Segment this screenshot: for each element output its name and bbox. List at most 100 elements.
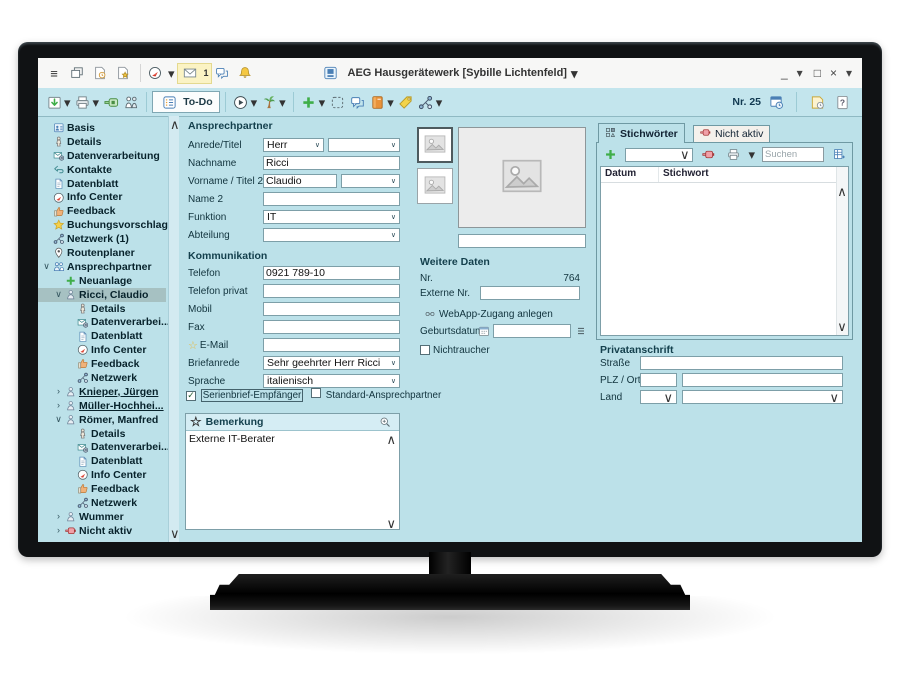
abteilung-select[interactable]: ∨ (263, 228, 400, 242)
chevron-down-icon[interactable]: ▾ (168, 67, 175, 80)
remark-textarea[interactable]: Externe IT-Berater ∧ ∨ (186, 431, 399, 532)
chevron-right-icon[interactable]: › (53, 387, 64, 396)
column-stichwort[interactable]: Stichwort (659, 167, 848, 182)
sidebar-item-kontakte[interactable]: Kontakte (38, 163, 166, 177)
tab-nicht-aktiv[interactable]: Nicht aktiv (693, 125, 770, 143)
network-button[interactable] (416, 92, 436, 112)
street-input[interactable] (640, 356, 843, 370)
sidebar-item-datenblatt[interactable]: Datenblatt (38, 177, 166, 191)
e-mail-input[interactable] (263, 338, 400, 352)
column-datum[interactable]: Datum (601, 167, 659, 182)
keyword-select[interactable]: ∨ (625, 148, 693, 162)
chevron-down-icon[interactable]: ▾ (319, 96, 326, 109)
sidebar-item-knieper-jürgen[interactable]: ›Knieper, Jürgen (38, 385, 166, 399)
chevron-down-icon[interactable]: ▾ (93, 96, 100, 109)
scroll-down-icon[interactable]: ∨ (386, 517, 396, 530)
chevron-down-icon[interactable]: ▾ (846, 67, 852, 79)
nichtraucher-checkbox[interactable] (420, 345, 430, 355)
print-button[interactable] (73, 92, 93, 112)
keywords-table[interactable]: Datum Stichwort ∧ ∨ (600, 166, 849, 336)
sidebar-item-details[interactable]: Details (38, 427, 166, 441)
connect-button[interactable] (101, 92, 121, 112)
scroll-down-icon[interactable]: ∨ (837, 320, 847, 333)
bell-icon[interactable] (235, 63, 255, 83)
messages-button[interactable] (347, 92, 367, 112)
photo-thumbnail-2[interactable] (417, 168, 453, 204)
add-keyword-button[interactable] (600, 145, 620, 165)
chevron-down-icon[interactable]: ▾ (279, 96, 286, 109)
chat-icon[interactable] (212, 63, 232, 83)
recent-file-icon[interactable] (90, 63, 110, 83)
photo-thumbnail-1[interactable] (417, 127, 453, 163)
sidebar-item-details[interactable]: Details (38, 302, 166, 316)
ort-input[interactable] (682, 373, 843, 387)
sidebar-item-ricci-claudio[interactable]: ∨Ricci, Claudio (38, 288, 166, 302)
sidebar-item-römer-manfred[interactable]: ∨Römer, Manfred (38, 413, 166, 427)
sidebar-item-datenblatt[interactable]: Datenblatt (38, 454, 166, 468)
telefon-privat-input[interactable] (263, 284, 400, 298)
sprache-select[interactable]: italienisch∨ (263, 374, 400, 388)
help-button[interactable]: ? (832, 92, 852, 112)
sidebar-item-info-center[interactable]: Info Center (38, 343, 166, 357)
chevron-down-icon[interactable]: ▾ (797, 67, 803, 79)
funktion-select[interactable]: IT∨ (263, 210, 400, 224)
options-list-icon[interactable] (574, 324, 587, 337)
scroll-up-icon[interactable]: ∧ (386, 433, 396, 446)
sidebar-item-feedback[interactable]: Feedback (38, 204, 166, 218)
scroll-up-icon[interactable]: ∧ (837, 185, 847, 198)
sidebar-item-ansprechpartner[interactable]: ∨Ansprechpartner (38, 260, 166, 274)
add-button[interactable] (299, 92, 319, 112)
sidebar-item-datenverarbeitung[interactable]: Datenverarbeitung (38, 149, 166, 163)
chevron-down-icon[interactable]: ▾ (748, 148, 755, 161)
favorite-file-icon[interactable] (113, 63, 133, 83)
selection-button[interactable] (327, 92, 347, 112)
minimize-button[interactable]: _ (781, 67, 788, 79)
fax-input[interactable] (263, 320, 400, 334)
table-scrollbar[interactable]: ∧ ∨ (836, 167, 848, 335)
close-button[interactable]: × (830, 67, 837, 79)
deactivate-button[interactable] (698, 145, 718, 165)
sidebar-item-wummer[interactable]: ›Wummer (38, 510, 166, 524)
save-button[interactable] (44, 92, 64, 112)
unread-mail-button[interactable]: 1 (177, 63, 212, 84)
birthdate-input[interactable] (493, 324, 571, 338)
window-history-button[interactable] (766, 92, 786, 112)
cascade-windows-icon[interactable] (67, 63, 87, 83)
standard-ansprechpartner-checkbox[interactable] (311, 388, 321, 398)
maximize-button[interactable]: □ (814, 67, 821, 79)
chevron-down-icon[interactable]: ▾ (571, 67, 578, 80)
calendar-icon[interactable] (477, 324, 490, 337)
name-2-input[interactable] (263, 192, 400, 206)
start-action-button[interactable] (231, 92, 251, 112)
sidebar-item-basis[interactable]: Basis (38, 121, 166, 135)
chevron-down-icon[interactable]: ▾ (64, 96, 71, 109)
zoom-in-icon[interactable] (375, 412, 395, 432)
print-keywords-button[interactable] (723, 145, 743, 165)
menu-icon[interactable]: ≡ (44, 63, 64, 83)
serienbrief-checkbox[interactable]: ✓ (186, 391, 196, 401)
sidebar-item-netzwerk[interactable]: Netzwerk (38, 371, 166, 385)
chevron-down-icon[interactable]: ∨ (41, 262, 52, 271)
scroll-down-icon[interactable]: ∨ (170, 527, 178, 540)
sidebar-item-info-center[interactable]: Info Center (38, 468, 166, 482)
sidebar-item-datenverarbei[interactable]: Datenverarbei... (38, 440, 166, 454)
contacts-button[interactable] (121, 92, 141, 112)
sidebar-item-routenplaner[interactable]: Routenplaner (38, 246, 166, 260)
external-nr-input[interactable] (480, 286, 580, 300)
sidebar-item-neuanlage[interactable]: Neuanlage (38, 274, 166, 288)
keyword-search-input[interactable] (762, 147, 824, 162)
photo-caption-input[interactable] (458, 234, 586, 248)
mobil-input[interactable] (263, 302, 400, 316)
anrede-titel-select[interactable]: Herr∨ (263, 138, 324, 152)
sidebar-item-nicht-aktiv[interactable]: ›Nicht aktiv (38, 524, 166, 538)
chevron-right-icon[interactable]: › (53, 526, 64, 535)
sidebar-item-datenblatt[interactable]: Datenblatt (38, 329, 166, 343)
webapp-link[interactable]: WebApp-Zugang anlegen (439, 309, 553, 320)
chevron-down-icon[interactable]: ▾ (251, 96, 258, 109)
chevron-down-icon[interactable]: ∨ (53, 290, 64, 299)
plz-input[interactable] (640, 373, 677, 387)
sidebar-item-müller-hochhei[interactable]: ›Müller-Hochhei... (38, 399, 166, 413)
sidebar-item-info-center[interactable]: Info Center (38, 190, 166, 204)
addressbook-button[interactable] (367, 92, 387, 112)
vacation-button[interactable] (259, 92, 279, 112)
